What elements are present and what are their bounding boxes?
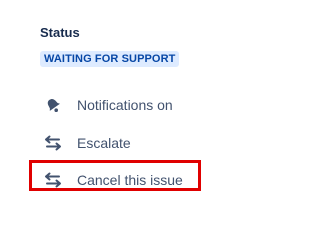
issue-sidebar-panel: Status WAITING FOR SUPPORT Notifications… bbox=[0, 0, 245, 211]
notifications-toggle[interactable]: Notifications on bbox=[40, 93, 173, 117]
status-badge[interactable]: WAITING FOR SUPPORT bbox=[40, 51, 180, 67]
escalate-label: Escalate bbox=[77, 135, 131, 151]
swap-arrows-icon bbox=[42, 132, 64, 154]
escalate-action[interactable]: Escalate bbox=[40, 131, 131, 155]
highlight-box bbox=[29, 160, 201, 191]
notifications-label: Notifications on bbox=[77, 97, 173, 113]
bell-icon bbox=[42, 94, 64, 116]
status-label: Status bbox=[40, 25, 80, 40]
